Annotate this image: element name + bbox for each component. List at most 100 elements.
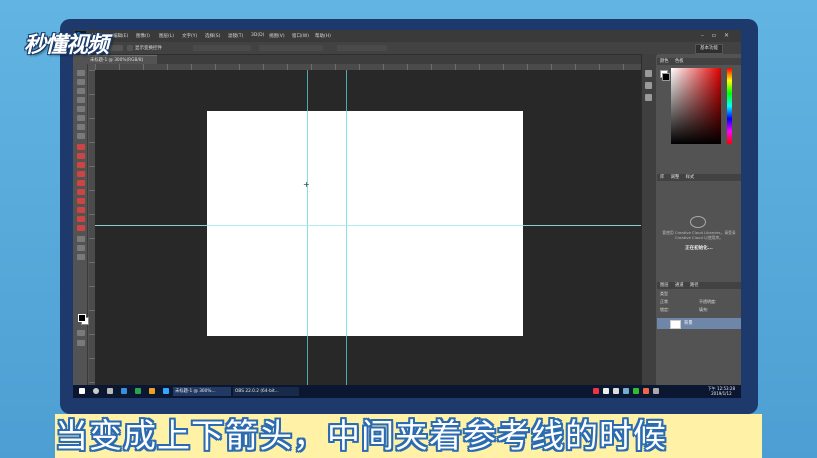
shape-tool[interactable] bbox=[77, 225, 85, 231]
layer-filter-kind[interactable]: 类型 bbox=[660, 291, 668, 297]
tray-icon-app[interactable] bbox=[623, 388, 629, 394]
history-brush-tool[interactable] bbox=[77, 153, 85, 159]
menu-help[interactable]: 帮助(H) bbox=[315, 33, 331, 39]
vertical-guide-1[interactable] bbox=[307, 70, 308, 386]
gradient-tool[interactable] bbox=[77, 171, 85, 177]
menu-bar: Ps 文件(F) 编辑(E) 图像(I) 图层(L) 文字(Y) 选择(S) 滤… bbox=[73, 30, 741, 42]
workspace-switcher[interactable]: 基本功能 bbox=[695, 44, 723, 54]
taskbar-photoshop-window[interactable]: 未标题-1 @ 300%... bbox=[173, 387, 231, 396]
lock-label: 锁定: bbox=[660, 307, 670, 312]
dodge-tool[interactable] bbox=[77, 189, 85, 195]
properties-panel-icon[interactable] bbox=[645, 82, 652, 89]
healing-tool[interactable] bbox=[77, 124, 85, 130]
tab-channels[interactable]: 通道 bbox=[670, 283, 684, 288]
pen-tool[interactable] bbox=[77, 198, 85, 204]
menu-3d[interactable]: 3D(D) bbox=[251, 33, 264, 38]
color-panel-header: 颜色 色板 bbox=[657, 58, 741, 65]
quick-mask-button[interactable] bbox=[77, 330, 85, 336]
photoshop-window: Ps 文件(F) 编辑(E) 图像(I) 图层(L) 文字(Y) 选择(S) 滤… bbox=[73, 30, 741, 398]
crosshair-cursor-icon: + bbox=[303, 180, 310, 189]
marquee-tool[interactable] bbox=[77, 79, 85, 85]
tab-adjustments[interactable]: 调整 bbox=[666, 175, 680, 180]
task-view-icon[interactable] bbox=[107, 388, 113, 394]
menu-filter[interactable]: 滤镜(T) bbox=[228, 33, 243, 39]
taskbar-obs-window[interactable]: OBS 22.0.2 (64-bit... bbox=[233, 387, 299, 396]
window-controls[interactable]: –▫✕ bbox=[701, 32, 737, 39]
fill-label: 填充: bbox=[699, 307, 709, 312]
layer-thumbnail bbox=[670, 320, 681, 329]
transform-checkbox[interactable] bbox=[127, 45, 133, 51]
subtitle-caption: 当变成上下箭头，中间夹着参考线的时候 bbox=[55, 414, 762, 458]
cc-login-message: 要使用 Creative Cloud Libraries，请登录 Creativ… bbox=[662, 230, 736, 240]
panel-icon-column bbox=[641, 54, 656, 388]
cc-initializing-status: 正在初始化... bbox=[685, 246, 713, 251]
foreground-color-swatch[interactable] bbox=[78, 314, 86, 322]
align-buttons[interactable] bbox=[193, 45, 251, 51]
right-panels: 颜色 色板 库 调整 样式 要使用 Creative Cloud Librari… bbox=[657, 54, 741, 388]
creative-cloud-icon bbox=[690, 216, 706, 228]
search-icon[interactable] bbox=[93, 388, 99, 394]
menu-edit[interactable]: 编辑(E) bbox=[113, 33, 128, 39]
distribute-buttons[interactable] bbox=[259, 45, 323, 51]
windows-taskbar: 未标题-1 @ 300%... OBS 22.0.2 (64-bit... 下午… bbox=[73, 385, 741, 398]
brush-panel-icon[interactable] bbox=[645, 94, 652, 101]
extra-tools[interactable] bbox=[77, 254, 85, 260]
tab-layers[interactable]: 图层 bbox=[657, 283, 669, 288]
tray-icon-orange[interactable] bbox=[643, 388, 649, 394]
watermark-logo: 秒懂视频 bbox=[24, 33, 109, 58]
path-select-tool[interactable] bbox=[77, 216, 85, 222]
horizontal-guide[interactable] bbox=[95, 225, 641, 226]
tab-color[interactable]: 颜色 bbox=[657, 59, 669, 64]
document-canvas[interactable] bbox=[207, 111, 523, 336]
libraries-panel-header: 库 调整 样式 bbox=[657, 174, 741, 181]
menu-view[interactable]: 视图(V) bbox=[269, 33, 285, 39]
tab-swatches[interactable]: 色板 bbox=[670, 59, 684, 64]
windows-start-icon[interactable] bbox=[79, 388, 85, 394]
tools-panel bbox=[75, 64, 89, 386]
hand-tool[interactable] bbox=[77, 236, 85, 242]
canvas-area[interactable]: + bbox=[95, 70, 641, 386]
tab-paths[interactable]: 路径 bbox=[685, 283, 699, 288]
tray-icon-network[interactable] bbox=[603, 388, 609, 394]
3d-mode-buttons[interactable] bbox=[337, 45, 387, 51]
eyedropper-tool[interactable] bbox=[77, 115, 85, 121]
menu-select[interactable]: 选择(S) bbox=[205, 33, 220, 39]
stamp-tool[interactable] bbox=[77, 144, 85, 150]
layer-name[interactable]: 背景 bbox=[684, 320, 693, 326]
tray-icon-green[interactable] bbox=[633, 388, 639, 394]
history-panel-icon[interactable] bbox=[645, 70, 652, 77]
menu-image[interactable]: 图像(I) bbox=[136, 33, 150, 39]
clock-date: 2019/1/12 bbox=[711, 390, 732, 396]
blur-tool[interactable] bbox=[77, 180, 85, 186]
app-icon-green[interactable] bbox=[135, 388, 141, 394]
vertical-guide-2[interactable] bbox=[346, 70, 347, 386]
panel-background-swatch[interactable] bbox=[662, 73, 670, 81]
layers-panel-header: 图层 通道 路径 bbox=[657, 282, 741, 289]
hue-slider[interactable] bbox=[727, 68, 732, 144]
document-tab-strip bbox=[87, 55, 641, 64]
tray-icon-volume[interactable] bbox=[613, 388, 619, 394]
quick-select-tool[interactable] bbox=[77, 97, 85, 103]
tray-icon-red[interactable] bbox=[593, 388, 599, 394]
show-transform-label: 显示变换控件 bbox=[135, 46, 162, 51]
screen-mode-button[interactable] bbox=[77, 340, 85, 346]
menu-layer[interactable]: 图层(L) bbox=[159, 33, 174, 39]
lasso-tool[interactable] bbox=[77, 88, 85, 94]
move-tool[interactable] bbox=[77, 70, 85, 76]
type-tool[interactable] bbox=[77, 207, 85, 213]
menu-window[interactable]: 窗口(W) bbox=[292, 33, 309, 39]
taskbar-clock[interactable]: 下午 12:53:28 2019/1/12 bbox=[708, 386, 735, 396]
menu-type[interactable]: 文字(Y) bbox=[182, 33, 197, 39]
tab-styles[interactable]: 样式 bbox=[681, 175, 695, 180]
tray-icon-ime[interactable] bbox=[653, 388, 659, 394]
brush-tool[interactable] bbox=[77, 133, 85, 139]
photoshop-taskbar-icon[interactable] bbox=[163, 388, 169, 394]
blend-mode-select[interactable]: 正常 bbox=[660, 299, 668, 305]
zoom-tool[interactable] bbox=[77, 245, 85, 251]
crop-tool[interactable] bbox=[77, 106, 85, 112]
color-picker-field[interactable] bbox=[671, 68, 721, 144]
eraser-tool[interactable] bbox=[77, 162, 85, 168]
file-explorer-icon[interactable] bbox=[149, 388, 155, 394]
edge-browser-icon[interactable] bbox=[121, 388, 127, 394]
tab-libraries[interactable]: 库 bbox=[657, 175, 664, 180]
